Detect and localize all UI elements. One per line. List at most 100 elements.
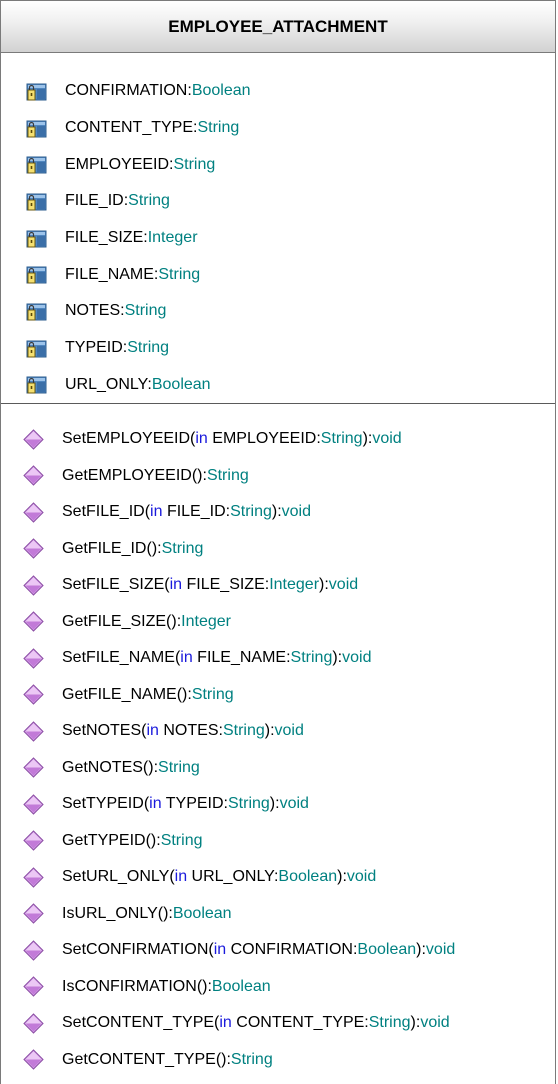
public-operation-icon bbox=[23, 721, 44, 742]
operation-row[interactable]: SetEMPLOYEEID(in EMPLOYEEID:String):void bbox=[1, 421, 555, 458]
operation-row[interactable]: SetNOTES(in NOTES:String):void bbox=[1, 713, 555, 750]
operation-row[interactable]: GetFILE_SIZE():Integer bbox=[1, 604, 555, 641]
operation-row[interactable]: IsCONFIRMATION():Boolean bbox=[1, 969, 555, 1006]
operation-signature: SetFILE_NAME(in FILE_NAME:String):void bbox=[62, 649, 372, 667]
attribute-type: Boolean bbox=[191, 82, 251, 100]
parameter-direction: in bbox=[213, 941, 227, 959]
attribute-name: FILE_SIZE bbox=[65, 229, 144, 247]
attribute-type: String bbox=[124, 302, 167, 320]
attribute-label: URL_ONLY:Boolean bbox=[65, 375, 211, 393]
operation-signature: GetFILE_ID():String bbox=[62, 539, 204, 557]
parameter-type: String bbox=[320, 430, 363, 448]
operation-name: GetEMPLOYEEID bbox=[62, 466, 192, 484]
return-type: void bbox=[372, 430, 402, 448]
attribute-type: String bbox=[127, 339, 170, 357]
private-attribute-icon bbox=[26, 303, 47, 321]
attribute-type: Integer bbox=[147, 229, 198, 247]
operation-row[interactable]: SetFILE_SIZE(in FILE_SIZE:Integer):void bbox=[1, 567, 555, 604]
return-type: void bbox=[425, 941, 456, 959]
operation-row[interactable]: GetTYPEID():String bbox=[1, 823, 555, 860]
parameter-name: EMPLOYEEID bbox=[212, 430, 317, 448]
operation-row[interactable]: SetCONFIRMATION(in CONFIRMATION:Boolean)… bbox=[1, 932, 555, 969]
class-name-header: EMPLOYEE_ATTACHMENT bbox=[1, 1, 555, 53]
parameter-type: String bbox=[228, 795, 270, 813]
operation-signature: SetNOTES(in NOTES:String):void bbox=[62, 722, 304, 740]
operation-row[interactable]: SetTYPEID(in TYPEID:String):void bbox=[1, 786, 555, 823]
public-operation-icon bbox=[23, 1049, 44, 1070]
return-type: void bbox=[274, 722, 304, 740]
attribute-row[interactable]: TYPEID:String bbox=[1, 330, 555, 367]
parameter-name: URL_ONLY bbox=[191, 868, 274, 886]
public-operation-icon bbox=[23, 502, 44, 523]
attribute-row[interactable]: CONTENT_TYPE:String bbox=[1, 110, 555, 147]
private-attribute-icon bbox=[26, 340, 47, 358]
operation-signature: GetFILE_NAME():String bbox=[62, 685, 234, 703]
public-operation-icon bbox=[23, 575, 44, 596]
operation-row[interactable]: SetCONTENT_TYPE(in CONTENT_TYPE:String):… bbox=[1, 1005, 555, 1042]
attribute-label: CONFIRMATION:Boolean bbox=[65, 82, 251, 100]
return-type: String bbox=[206, 466, 249, 484]
operation-name: GetFILE_SIZE bbox=[62, 612, 167, 630]
attribute-row[interactable]: FILE_SIZE:Integer bbox=[1, 220, 555, 257]
uml-class-box[interactable]: EMPLOYEE_ATTACHMENT CONFIRMATION:Boolean… bbox=[0, 0, 556, 1084]
public-operation-icon bbox=[23, 1013, 44, 1034]
attribute-name: FILE_NAME bbox=[65, 265, 154, 283]
public-operation-icon bbox=[23, 465, 44, 486]
attribute-name: FILE_ID bbox=[65, 192, 124, 210]
attribute-name: CONTENT_TYPE bbox=[65, 119, 194, 137]
attribute-label: TYPEID:String bbox=[65, 339, 170, 357]
attribute-name: EMPLOYEEID bbox=[65, 155, 170, 173]
parameter-type: String bbox=[290, 649, 333, 667]
attribute-row[interactable]: CONFIRMATION:Boolean bbox=[1, 73, 555, 110]
operation-name: SetFILE_ID bbox=[62, 503, 145, 521]
public-operation-icon bbox=[23, 794, 44, 815]
return-type: Boolean bbox=[211, 977, 271, 995]
operation-row[interactable]: SetFILE_ID(in FILE_ID:String):void bbox=[1, 494, 555, 531]
class-name: EMPLOYEE_ATTACHMENT bbox=[168, 16, 388, 36]
attribute-label: FILE_SIZE:Integer bbox=[65, 229, 198, 247]
attribute-name: TYPEID bbox=[65, 339, 123, 357]
parameter-type: Integer bbox=[269, 576, 320, 594]
operation-row[interactable]: SetURL_ONLY(in URL_ONLY:Boolean):void bbox=[1, 859, 555, 896]
operation-row[interactable]: GetCONTENT_TYPE():String bbox=[1, 1042, 555, 1079]
attribute-row[interactable]: NOTES:String bbox=[1, 293, 555, 330]
operation-signature: GetTYPEID():String bbox=[62, 831, 203, 849]
operation-row[interactable]: IsURL_ONLY():Boolean bbox=[1, 896, 555, 933]
attribute-label: FILE_NAME:String bbox=[65, 265, 201, 283]
operation-signature: IsCONFIRMATION():Boolean bbox=[62, 977, 271, 995]
attribute-row[interactable]: FILE_ID:String bbox=[1, 183, 555, 220]
parameter-type: Boolean bbox=[278, 868, 338, 886]
operation-row[interactable]: GetFILE_NAME():String bbox=[1, 677, 555, 714]
operation-signature: SetCONTENT_TYPE(in CONTENT_TYPE:String):… bbox=[62, 1014, 450, 1032]
attribute-row[interactable]: FILE_NAME:String bbox=[1, 256, 555, 293]
return-type: String bbox=[230, 1050, 273, 1068]
operation-name: SetCONFIRMATION bbox=[62, 941, 209, 959]
operation-row[interactable]: GetNOTES():String bbox=[1, 750, 555, 787]
operation-signature: GetFILE_SIZE():Integer bbox=[62, 612, 231, 630]
attributes-compartment: CONFIRMATION:Boolean CONTENT_TYPE:String E… bbox=[1, 53, 555, 404]
parameter-name: FILE_NAME bbox=[197, 649, 287, 667]
operation-row[interactable]: GetEMPLOYEEID():String bbox=[1, 458, 555, 495]
return-type: void bbox=[279, 795, 309, 813]
private-attribute-icon bbox=[26, 266, 47, 284]
operation-signature: SetFILE_SIZE(in FILE_SIZE:Integer):void bbox=[62, 576, 359, 594]
operation-row[interactable]: GetFILE_ID():String bbox=[1, 531, 555, 568]
public-operation-icon bbox=[23, 538, 44, 559]
private-attribute-icon bbox=[26, 376, 47, 394]
public-operation-icon bbox=[23, 757, 44, 778]
return-type: String bbox=[160, 831, 203, 849]
operation-name: GetNOTES bbox=[62, 758, 143, 776]
parameter-direction: in bbox=[219, 1014, 232, 1032]
parameter-direction: in bbox=[149, 795, 162, 813]
public-operation-icon bbox=[23, 648, 44, 669]
attribute-row[interactable]: EMPLOYEEID:String bbox=[1, 146, 555, 183]
attribute-name: CONFIRMATION bbox=[65, 82, 188, 100]
private-attribute-icon bbox=[26, 120, 47, 138]
attribute-row[interactable]: URL_ONLY:Boolean bbox=[1, 367, 555, 404]
operation-signature: SetTYPEID(in TYPEID:String):void bbox=[62, 795, 309, 813]
return-type: Integer bbox=[181, 612, 231, 630]
parameter-type: String bbox=[222, 722, 265, 740]
operation-row[interactable]: SetFILE_NAME(in FILE_NAME:String):void bbox=[1, 640, 555, 677]
return-type: void bbox=[346, 868, 377, 886]
public-operation-icon bbox=[23, 429, 44, 450]
